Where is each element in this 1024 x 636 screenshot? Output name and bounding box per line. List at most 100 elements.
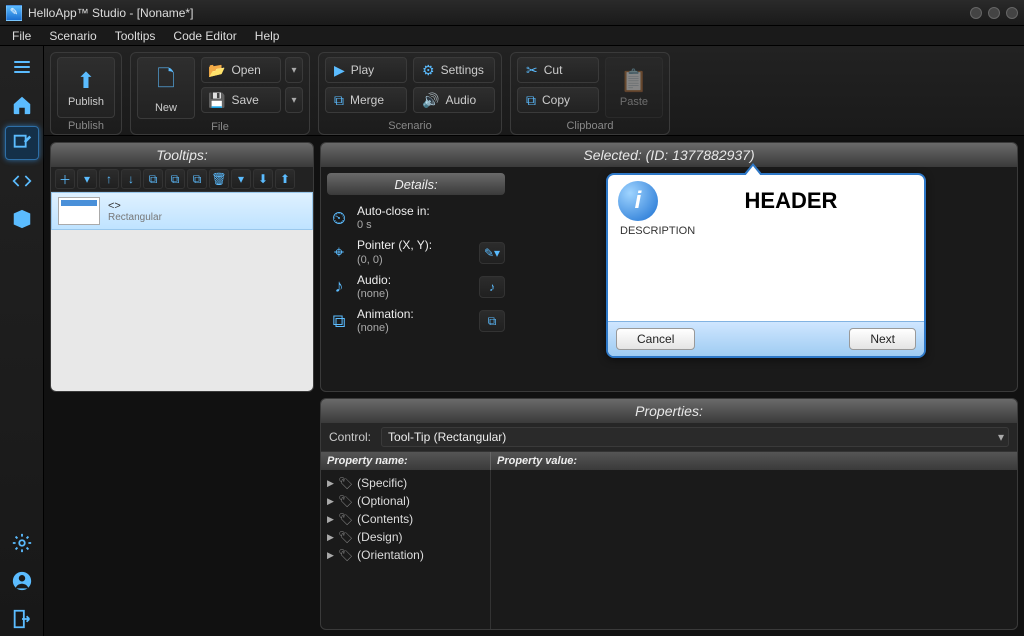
properties-panel: Properties: Control: Tool-Tip (Rectangul… — [320, 398, 1018, 630]
new-file-icon: 🗋 — [157, 62, 175, 100]
save-button[interactable]: 💾Save — [201, 87, 281, 113]
prop-node-contents[interactable]: ▶🏷(Contents) — [321, 510, 490, 528]
properties-header: Properties: — [321, 399, 1017, 423]
detail-animation: ⧉ Animation:(none) ⧉ — [321, 304, 511, 338]
export-button[interactable]: ⬆ — [275, 169, 295, 189]
group-label-publish: Publish — [57, 118, 115, 132]
ribbon-group-scenario: ▶Play ⧉Merge ⚙Settings 🔊Audio Scenario — [318, 52, 502, 135]
properties-tree[interactable]: ▶🏷(Specific) ▶🏷(Optional) ▶🏷(Contents) ▶… — [321, 470, 1017, 629]
menu-help[interactable]: Help — [247, 27, 288, 45]
info-icon: i — [618, 181, 658, 221]
new-label: New — [155, 102, 177, 114]
sidebar-code-icon[interactable] — [5, 164, 39, 198]
minimize-button[interactable] — [970, 7, 982, 19]
sidebar-settings-icon[interactable] — [5, 526, 39, 560]
paste-icon: 📋 — [620, 68, 647, 94]
tooltip-thumb — [58, 197, 100, 225]
close-button[interactable] — [1006, 7, 1018, 19]
prop-node-specific[interactable]: ▶🏷(Specific) — [321, 474, 490, 492]
import-button[interactable]: ⬇ — [253, 169, 273, 189]
dup-alt2-button[interactable]: ⧉ — [187, 169, 207, 189]
publish-button[interactable]: ⬆ Publish — [57, 57, 115, 118]
app-icon: ✎ — [6, 5, 22, 21]
cut-button[interactable]: ✂Cut — [517, 57, 599, 83]
window-title: HelloApp™ Studio - [Noname*] — [28, 6, 193, 20]
expand-icon: ▶ — [327, 496, 334, 507]
pointer-icon: ⌖ — [327, 241, 351, 265]
open-button[interactable]: 📂Open — [201, 57, 281, 83]
animation-edit-button[interactable]: ⧉ — [479, 310, 505, 332]
audio-button[interactable]: 🔊Audio — [413, 87, 495, 113]
control-label: Control: — [329, 430, 371, 444]
tooltip-description-text: DESCRIPTION — [608, 221, 924, 321]
animation-icon: ⧉ — [327, 309, 351, 333]
tooltip-arrow — [743, 163, 763, 175]
new-button[interactable]: 🗋 New — [137, 57, 195, 119]
tooltip-header-text: HEADER — [668, 188, 914, 214]
clock-icon: ⏲ — [327, 206, 351, 230]
prop-node-design[interactable]: ▶🏷(Design) — [321, 528, 490, 546]
dup-button[interactable]: ⧉ — [143, 169, 163, 189]
tooltips-panel: Tooltips: ＋ ▾ ↑ ↓ ⧉ ⧉ ⧉ 🗑 ▾ ⬇ ⬆ — [50, 142, 314, 392]
control-select[interactable]: Tool-Tip (Rectangular) ▾ — [381, 427, 1009, 447]
menu-file[interactable]: File — [4, 27, 39, 45]
paste-button[interactable]: 📋 Paste — [605, 57, 663, 118]
sidebar-hamburger-icon[interactable] — [5, 50, 39, 84]
tooltips-list[interactable]: <> Rectangular — [51, 192, 313, 391]
maximize-button[interactable] — [988, 7, 1000, 19]
menu-tooltips[interactable]: Tooltips — [107, 27, 164, 45]
tooltip-next-button[interactable]: Next — [849, 328, 916, 350]
control-row: Control: Tool-Tip (Rectangular) ▾ — [321, 423, 1017, 452]
tooltip-shape: Rectangular — [108, 212, 162, 223]
delete-dropdown[interactable]: ▾ — [231, 169, 251, 189]
menu-code-editor[interactable]: Code Editor — [165, 27, 244, 45]
pointer-edit-button[interactable]: ✎▾ — [479, 242, 505, 264]
tooltip-item[interactable]: <> Rectangular — [51, 192, 313, 230]
prop-node-orientation[interactable]: ▶🏷(Orientation) — [321, 546, 490, 564]
settings-button[interactable]: ⚙Settings — [413, 57, 495, 83]
sidebar-exit-icon[interactable] — [5, 602, 39, 636]
move-up-button[interactable]: ↑ — [99, 169, 119, 189]
preview-area: i HEADER DESCRIPTION Cancel Next — [521, 167, 1011, 385]
note-icon: ♪ — [327, 275, 351, 299]
publish-label: Publish — [68, 96, 104, 108]
merge-button[interactable]: ⧉Merge — [325, 87, 407, 113]
copy-button[interactable]: ⧉Copy — [517, 87, 599, 113]
tag-icon: 🏷 — [338, 512, 353, 526]
sidebar-home-icon[interactable] — [5, 88, 39, 122]
settings-icon: ⚙ — [422, 62, 435, 79]
ribbon: ⬆ Publish Publish 🗋 New 📂Open — [44, 46, 1024, 136]
sidebar-package-icon[interactable] — [5, 202, 39, 236]
delete-button[interactable]: 🗑 — [209, 169, 229, 189]
move-down-button[interactable]: ↓ — [121, 169, 141, 189]
play-button[interactable]: ▶Play — [325, 57, 407, 83]
expand-icon: ▶ — [327, 532, 334, 543]
copy-icon: ⧉ — [526, 92, 536, 109]
selected-panel: Selected: (ID: 1377882937) Details: ⏲ Au… — [320, 142, 1018, 392]
tag-icon: 🏷 — [338, 548, 353, 562]
menu-scenario[interactable]: Scenario — [41, 27, 104, 45]
sidebar-edit-icon[interactable] — [5, 126, 39, 160]
tooltip-cancel-button[interactable]: Cancel — [616, 328, 695, 350]
dup-alt-button[interactable]: ⧉ — [165, 169, 185, 189]
open-dropdown[interactable]: ▾ — [285, 57, 303, 83]
tooltips-panel-header: Tooltips: — [51, 143, 313, 167]
cut-icon: ✂ — [526, 62, 538, 79]
sidebar-user-icon[interactable] — [5, 564, 39, 598]
group-label-scenario: Scenario — [325, 118, 495, 132]
properties-values-area — [491, 470, 1017, 629]
save-dropdown[interactable]: ▾ — [285, 87, 303, 113]
audio-edit-button[interactable]: ♪ — [479, 276, 505, 298]
add-tooltip-dropdown[interactable]: ▾ — [77, 169, 97, 189]
chevron-down-icon: ▾ — [998, 430, 1004, 444]
details-box: Details: ⏲ Auto-close in:0 s ⌖ Pointer (… — [321, 167, 511, 385]
merge-icon: ⧉ — [334, 92, 344, 109]
play-icon: ▶ — [334, 62, 345, 79]
save-icon: 💾 — [208, 92, 225, 109]
tag-icon: 🏷 — [338, 530, 353, 544]
col-property-value: Property value: — [491, 452, 1017, 470]
add-tooltip-button[interactable]: ＋ — [55, 169, 75, 189]
detail-auto-close: ⏲ Auto-close in:0 s — [321, 201, 511, 235]
prop-node-optional[interactable]: ▶🏷(Optional) — [321, 492, 490, 510]
detail-pointer: ⌖ Pointer (X, Y):(0, 0) ✎▾ — [321, 235, 511, 269]
